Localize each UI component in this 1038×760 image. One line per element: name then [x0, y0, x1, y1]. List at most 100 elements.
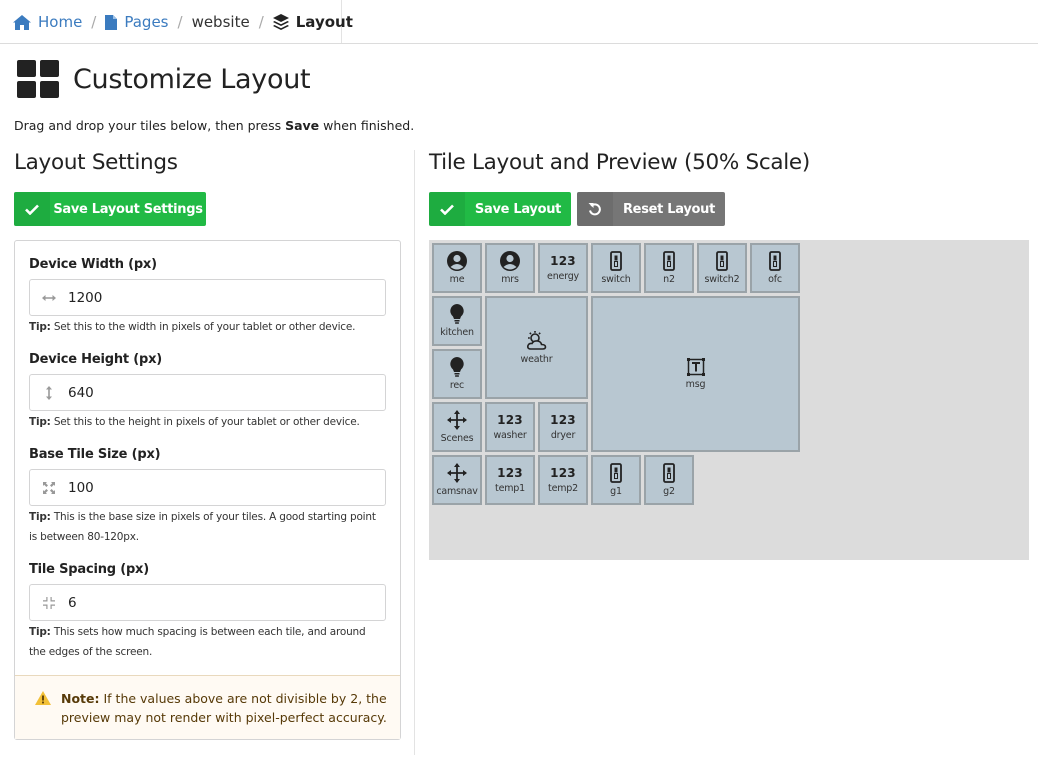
number-icon: 123: [550, 254, 576, 268]
tile-washer[interactable]: 123 washer: [485, 402, 535, 452]
tile-label: n2: [663, 274, 675, 285]
intro-bold: Save: [285, 118, 320, 133]
tip-text: Set this to the height in pixels of your…: [50, 416, 360, 428]
tip-label: Tip:: [29, 416, 51, 428]
tile-mrs[interactable]: mrs: [485, 243, 535, 293]
tile-label: temp1: [495, 483, 525, 494]
tile-label: mrs: [501, 274, 519, 285]
save-layout-settings-label: Save Layout Settings: [53, 201, 203, 217]
device-width-input[interactable]: [68, 289, 368, 306]
breadcrumb-pages-label: Pages: [124, 13, 169, 31]
breadcrumb-separator: /: [177, 13, 183, 31]
tile-spacing-input[interactable]: [68, 594, 368, 611]
tile-spacing-field[interactable]: [29, 584, 386, 621]
check-icon: [429, 192, 465, 226]
tip-text: This is the base size in pixels of your …: [29, 511, 376, 543]
tile-label: g1: [610, 486, 622, 497]
tile-label: weathr: [520, 353, 553, 365]
breadcrumb-website[interactable]: website: [192, 13, 250, 31]
page-title: Customize Layout: [73, 63, 311, 95]
save-layout-settings-button[interactable]: Save Layout Settings: [14, 192, 206, 226]
column-divider: [414, 150, 415, 755]
layout-settings-heading: Layout Settings: [14, 150, 178, 175]
tile-temp1[interactable]: 123 temp1: [485, 455, 535, 505]
tip-text: This sets how much spacing is between ea…: [29, 626, 366, 658]
tile-label: me: [449, 274, 465, 285]
tile-rec[interactable]: rec: [432, 349, 482, 399]
arrows-horizontal-icon: [30, 294, 68, 302]
tile-label: msg: [685, 379, 706, 390]
note-text: If the values above are not divisible by…: [61, 691, 387, 725]
number-icon: 123: [497, 466, 523, 480]
tile-layout-heading: Tile Layout and Preview (50% Scale): [429, 150, 810, 175]
breadcrumb: Home / Pages / website / Layout: [0, 0, 353, 44]
weather-icon: [526, 330, 546, 350]
tile-label: Scenes: [440, 433, 474, 444]
device-width-field[interactable]: [29, 279, 386, 316]
layers-icon: [272, 14, 289, 30]
device-height-label: Device Height (px): [29, 352, 163, 367]
base-tile-size-input[interactable]: [68, 479, 368, 496]
device-height-tip: Tip: Set this to the height in pixels of…: [29, 412, 379, 432]
tile-label: washer: [493, 430, 527, 441]
switch-icon: [610, 251, 622, 271]
tile-switch2[interactable]: switch2: [697, 243, 747, 293]
text-icon: [686, 358, 705, 376]
reset-layout-label: Reset Layout: [622, 201, 716, 217]
tile-g1[interactable]: g1: [591, 455, 641, 505]
tile-g2[interactable]: g2: [644, 455, 694, 505]
page-header: Customize Layout: [17, 60, 311, 98]
compress-icon: [30, 596, 68, 609]
tile-label: energy: [547, 271, 579, 282]
tile-label: dryer: [550, 430, 576, 441]
device-height-field[interactable]: [29, 374, 386, 411]
tile-label: switch2: [704, 274, 740, 285]
save-layout-label: Save Layout: [474, 201, 562, 217]
tile-me[interactable]: me: [432, 243, 482, 293]
bulb-icon: [450, 357, 464, 377]
tile-label: camsnav: [436, 486, 478, 497]
tile-label: ofc: [768, 274, 782, 285]
tile-dryer[interactable]: 123 dryer: [538, 402, 588, 452]
tile-label: switch: [601, 274, 631, 285]
check-icon: [14, 192, 50, 226]
device-width-tip: Tip: Set this to the width in pixels of …: [29, 317, 379, 337]
expand-icon: [30, 481, 68, 494]
tile-weathr[interactable]: weathr: [485, 296, 588, 399]
tile-ofc[interactable]: ofc: [750, 243, 800, 293]
intro-after: when finished.: [319, 118, 415, 133]
tile-spacing-tip: Tip: This sets how much spacing is betwe…: [29, 622, 379, 662]
breadcrumb-pages[interactable]: Pages: [105, 13, 169, 31]
tile-scenes[interactable]: Scenes: [432, 402, 482, 452]
tile-switch[interactable]: switch: [591, 243, 641, 293]
number-icon: 123: [550, 413, 576, 427]
tile-kitchen[interactable]: kitchen: [432, 296, 482, 346]
tile-n2[interactable]: n2: [644, 243, 694, 293]
tile-label: rec: [449, 380, 465, 391]
arrows-icon: [447, 463, 467, 483]
base-tile-size-label: Base Tile Size (px): [29, 447, 161, 462]
tip-label: Tip:: [29, 321, 51, 333]
breadcrumb-home[interactable]: Home: [13, 13, 82, 31]
tile-energy[interactable]: 123 energy: [538, 243, 588, 293]
base-tile-size-field[interactable]: [29, 469, 386, 506]
arrows-icon: [447, 410, 467, 430]
tile-label: g2: [663, 486, 675, 497]
reset-layout-button[interactable]: Reset Layout: [577, 192, 725, 226]
switch-icon: [769, 251, 781, 271]
breadcrumb-separator: /: [258, 13, 264, 31]
breadcrumb-current: Layout: [272, 13, 353, 31]
tile-msg[interactable]: msg: [591, 296, 800, 452]
file-icon: [105, 14, 118, 30]
switch-icon: [716, 251, 728, 271]
tile-temp2[interactable]: 123 temp2: [538, 455, 588, 505]
breadcrumb-website-label: website: [191, 13, 250, 31]
device-height-input[interactable]: [68, 384, 368, 401]
tile-camsnav[interactable]: camsnav: [432, 455, 482, 505]
header-divider: [0, 43, 1038, 44]
note-label: Note:: [61, 691, 100, 706]
breadcrumb-current-label: Layout: [295, 13, 353, 31]
home-icon: [13, 14, 31, 30]
save-layout-button[interactable]: Save Layout: [429, 192, 571, 226]
settings-panel: Device Width (px) Tip: Set this to the w…: [14, 240, 401, 740]
